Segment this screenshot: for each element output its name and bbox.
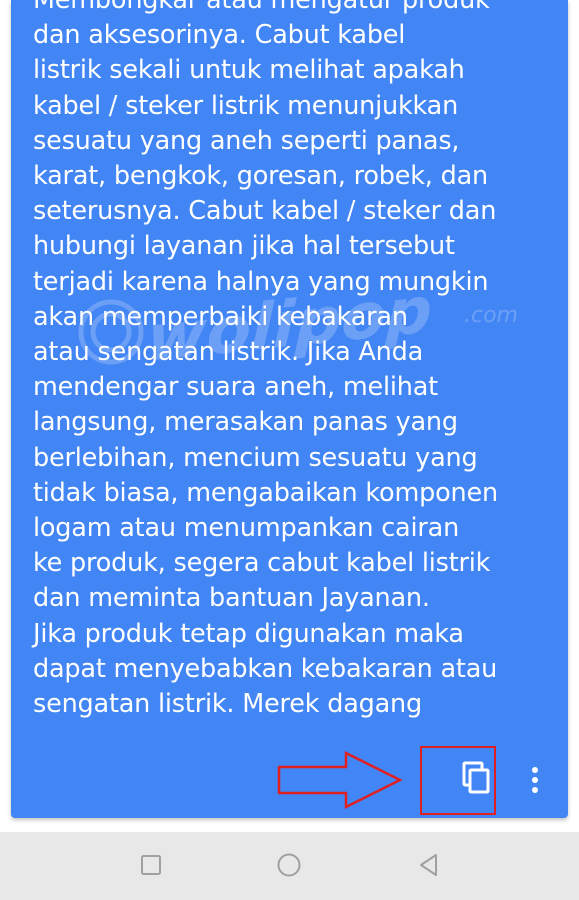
text-line: dapat menyebabkan kebakaran atau: [33, 653, 498, 684]
text-line: seterusnya. Cabut kabel / steker dan: [33, 196, 497, 227]
text-line: dan aksesorinya. Cabut kabel: [33, 20, 406, 51]
back-triangle-icon[interactable]: [414, 850, 444, 880]
text-line: sesuatu yang aneh seperti panas,: [33, 125, 460, 156]
text-line: dan meminta bantuan Jayanan.: [33, 583, 430, 614]
text-line: listrik sekali untuk melihat apakah: [33, 55, 465, 86]
text-line: hubungi layanan jika hal tersebut: [33, 231, 455, 262]
annotation-highlight-box: [420, 746, 496, 815]
recents-square-icon[interactable]: [136, 850, 166, 880]
text-line: langsung, merasakan panas yang: [33, 407, 458, 438]
text-line: Membongkar atau mengatur produk: [33, 0, 490, 15]
text-line: mendengar suara aneh, melihat: [33, 372, 438, 403]
text-line: berlebihan, mencium sesuatu yang: [33, 442, 478, 473]
text-line: karat, bengkok, goresan, robek, dan: [33, 161, 488, 192]
text-line: atau sengatan listrik. Jika Anda: [33, 337, 424, 368]
translation-card: Membongkar atau mengatur produk dan akse…: [11, 0, 568, 818]
translated-text: Membongkar atau mengatur produk dan akse…: [33, 0, 553, 722]
more-vert-icon[interactable]: [523, 762, 547, 798]
text-line: ke produk, segera cabut kabel listrik: [33, 548, 491, 579]
text-line: Jika produk tetap digunakan maka: [33, 618, 464, 649]
home-circle-icon[interactable]: [274, 850, 304, 880]
text-line: kabel / steker listrik menunjukkan: [33, 90, 459, 121]
text-line: sengatan listrik. Merek dagang: [33, 689, 422, 720]
system-navigation-bar: [0, 832, 579, 900]
annotation-arrow: [277, 750, 403, 810]
text-line: tidak biasa, mengabaikan komponen: [33, 477, 498, 508]
text-line: akan memperbaiki kebakaran: [33, 301, 408, 332]
text-line: logam atau menumpankan cairan: [33, 513, 460, 544]
text-line: terjadi karena halnya yang mungkin: [33, 266, 489, 297]
